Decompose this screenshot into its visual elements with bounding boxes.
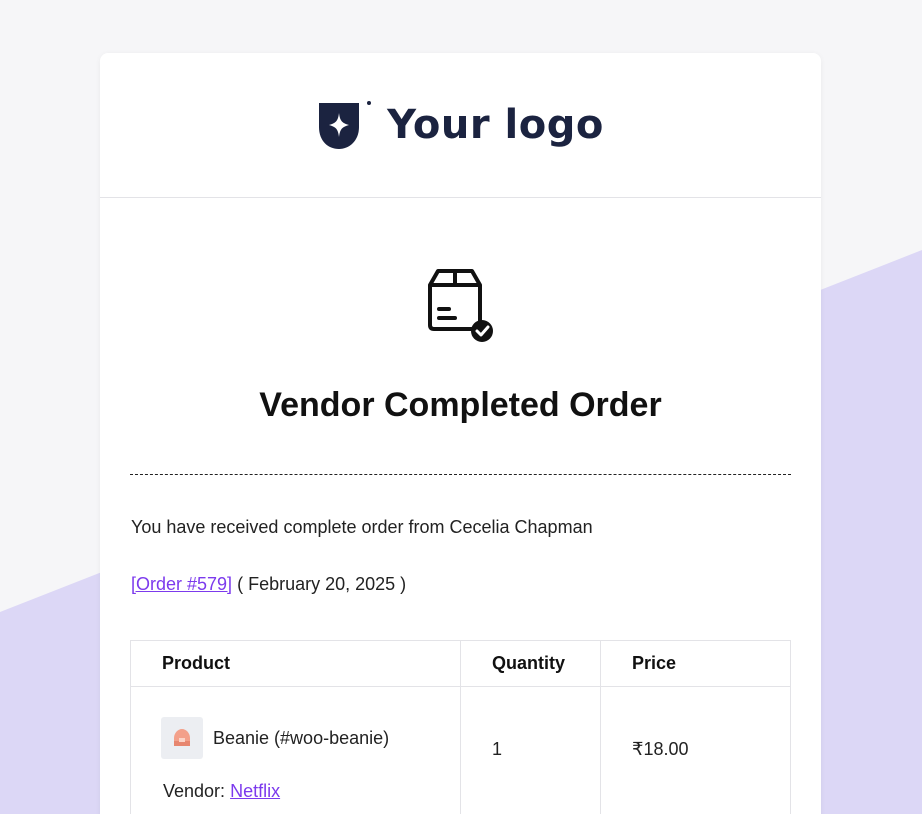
- table-header-row: Product Quantity Price: [130, 640, 791, 687]
- email-card: Your logo Vendor Completed Order You hav…: [100, 53, 821, 814]
- beanie-thumbnail-icon: [161, 717, 203, 759]
- vendor-label: Vendor:: [163, 781, 226, 801]
- quantity-cell: 1: [460, 686, 601, 814]
- order-items-table: Product Quantity Price Beanie (#woo-bean…: [130, 640, 791, 814]
- vendor-link[interactable]: Netflix: [230, 781, 280, 801]
- header-product: Product: [130, 640, 461, 687]
- order-date: ( February 20, 2025 ): [237, 574, 407, 594]
- product-cell: Beanie (#woo-beanie) Vendor: Netflix: [130, 686, 461, 814]
- order-line: [Order #579] ( February 20, 2025 ): [131, 574, 406, 595]
- logo: Your logo: [317, 99, 604, 151]
- header-quantity: Quantity: [460, 640, 601, 687]
- price-cell: ₹18.00: [600, 686, 791, 814]
- intro-text: You have received complete order from Ce…: [131, 517, 593, 537]
- table-row: Beanie (#woo-beanie) Vendor: Netflix 1 ₹…: [130, 686, 791, 814]
- logo-text: Your logo: [387, 102, 604, 148]
- order-link[interactable]: [Order #579]: [131, 574, 232, 594]
- email-title: Vendor Completed Order: [259, 386, 662, 424]
- logo-mark-icon: [319, 101, 372, 149]
- dashed-divider: [130, 474, 791, 475]
- vendor-line: Vendor: Netflix: [161, 781, 460, 802]
- package-check-icon: [428, 269, 493, 342]
- product-info: Beanie (#woo-beanie): [161, 717, 460, 759]
- email-header: Your logo: [100, 53, 821, 198]
- header-price: Price: [600, 640, 791, 687]
- product-name: Beanie (#woo-beanie): [213, 727, 390, 748]
